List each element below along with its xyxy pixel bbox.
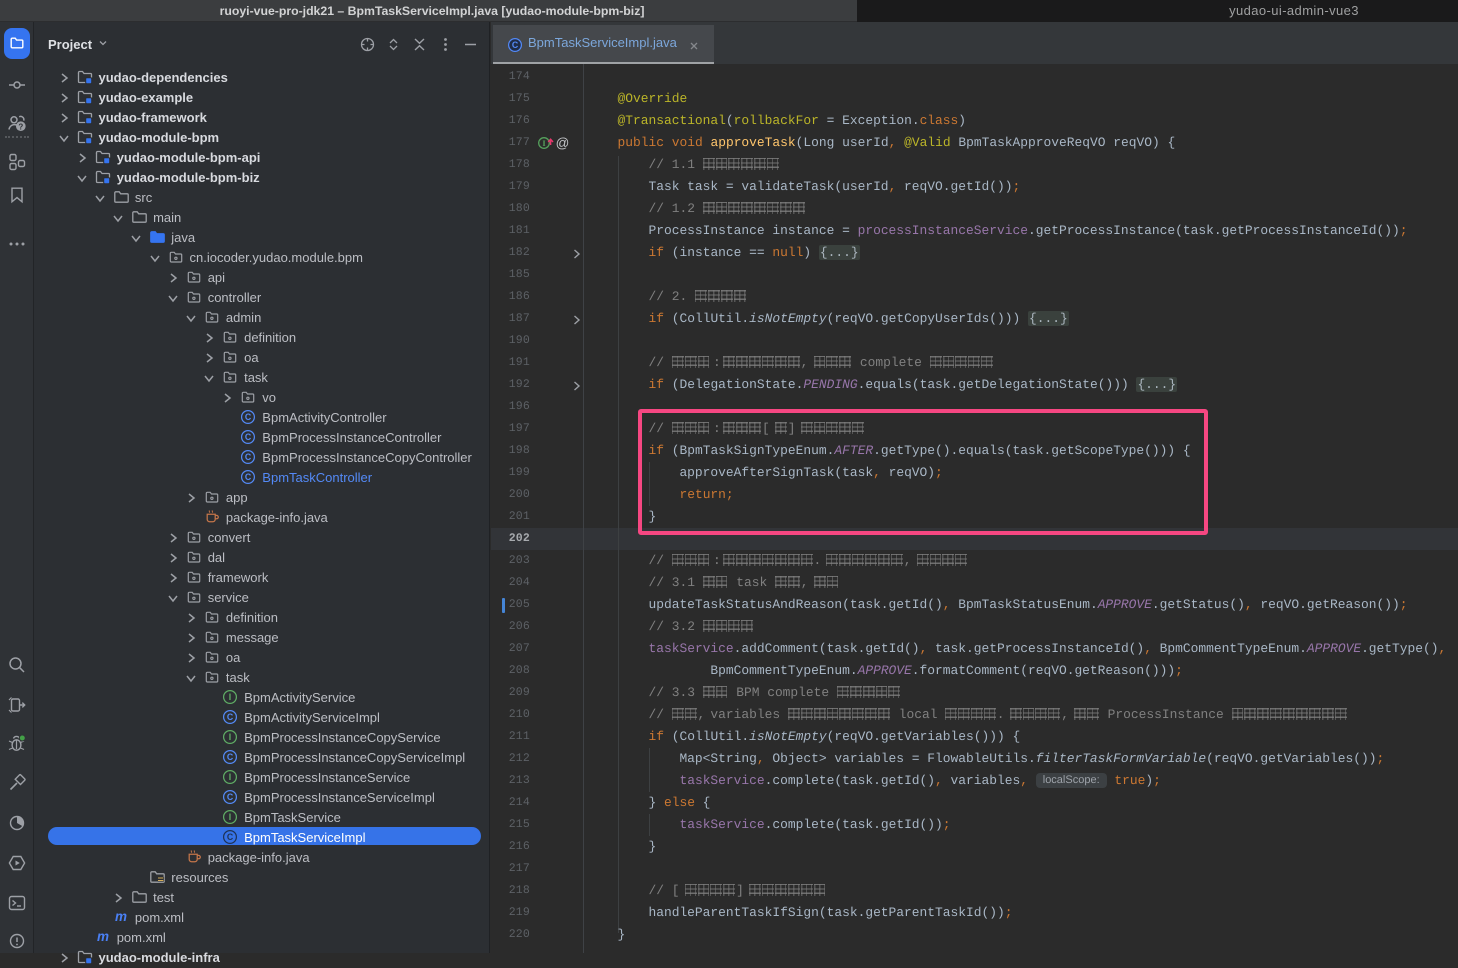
svg-text:C: C [227, 712, 234, 722]
svg-text:C: C [245, 412, 252, 422]
svg-text:C: C [245, 432, 252, 442]
svg-text:C: C [227, 792, 234, 802]
svg-text:I: I [229, 692, 231, 702]
svg-text:?: ? [18, 122, 23, 131]
svg-text:C: C [245, 472, 252, 482]
svg-text:m: m [97, 929, 109, 944]
svg-text:I: I [229, 812, 231, 822]
svg-text:I: I [229, 772, 231, 782]
svg-text:I: I [229, 732, 231, 742]
svg-text:C: C [512, 40, 519, 50]
svg-text:C: C [227, 832, 234, 842]
svg-text:C: C [245, 452, 252, 462]
svg-text:@: @ [556, 136, 570, 151]
svg-text:I: I [542, 138, 546, 148]
svg-text:C: C [227, 752, 234, 762]
svg-text:m: m [115, 909, 127, 924]
